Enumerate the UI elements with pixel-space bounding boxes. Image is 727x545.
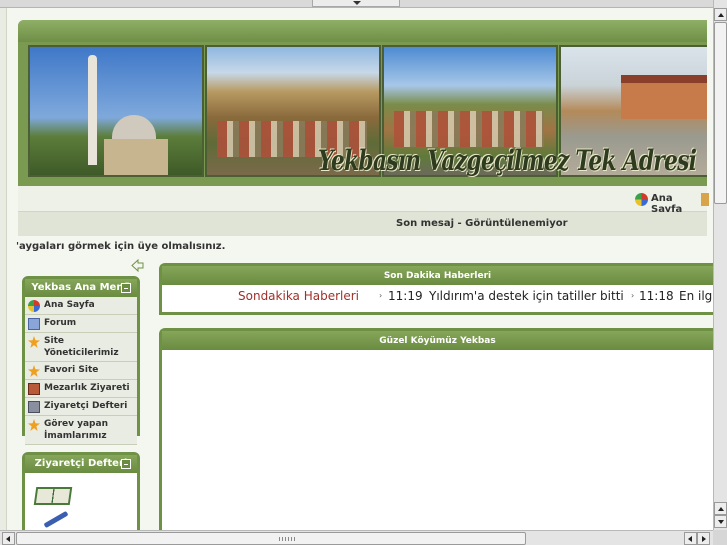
collapse-left-icon[interactable] — [131, 259, 144, 272]
grave-icon — [28, 383, 40, 395]
minimize-icon[interactable] — [121, 283, 131, 293]
menu-item-label: Favori Site — [44, 365, 99, 375]
open-book-icon[interactable] — [33, 487, 73, 505]
arrow-left-icon — [688, 536, 692, 542]
menu-item-mezarlik[interactable]: Mezarlık Ziyareti — [25, 380, 137, 398]
menu-item-label: Mezarlık Ziyareti — [44, 383, 130, 393]
last-message-text: Son mesaj - Görüntülenemiyor — [396, 218, 568, 229]
menu-item-forum[interactable]: Forum — [25, 315, 137, 333]
banner-slogan: Yekbasın Vazgeçilmez Tek Adresi — [318, 144, 697, 177]
news-headline[interactable]: En ilgi — [679, 289, 713, 303]
globe-icon — [28, 300, 40, 312]
arrow-up-icon — [718, 13, 724, 17]
arrow-right-icon — [702, 536, 706, 542]
news-time: 11:18 — [639, 289, 674, 303]
menu-item-ziyaretci-defteri[interactable]: Ziyaretçi Defteri — [25, 398, 137, 416]
main-panel-title: Güzel Köyümüz Yekbas — [162, 331, 713, 350]
main-menu-title-text: Yekbas Ana Menü — [31, 282, 131, 293]
menu-item-favori-site[interactable]: Favori Site — [25, 362, 137, 380]
site-header: Yekbasın Vazgeçilmez Tek Adresi — [18, 20, 707, 186]
top-strip — [0, 0, 713, 8]
arrow-down-icon — [718, 520, 724, 524]
breaking-news-panel: Son Dakika Haberleri Sondakika Haberleri… — [159, 263, 713, 315]
nav-row: Ana Sayfa — [18, 186, 709, 215]
star-icon — [28, 336, 40, 348]
main-menu-title: Yekbas Ana Menü — [25, 279, 137, 297]
globe-icon — [635, 193, 648, 206]
minimize-icon[interactable] — [121, 459, 131, 469]
horizontal-scroll-thumb[interactable] — [16, 532, 526, 545]
menu-item-label: Forum — [44, 318, 77, 328]
menu-item-ana-sayfa[interactable]: Ana Sayfa — [25, 297, 137, 315]
bullet-arrow-icon: › — [379, 291, 383, 300]
menu-item-site-yoneticileri[interactable]: Site Yöneticilerimiz — [25, 333, 137, 362]
school-building — [621, 75, 707, 119]
star-icon — [28, 419, 40, 431]
menu-item-label: Ana Sayfa — [44, 300, 95, 310]
vertical-scrollbar[interactable] — [713, 0, 727, 530]
browser-viewport: Yekbasın Vazgeçilmez Tek Adresi Ana Sayf… — [0, 0, 713, 530]
main-menu-box: Yekbas Ana Menü Ana Sayfa Forum Site Yön… — [22, 276, 140, 445]
arrow-left-icon — [6, 536, 10, 542]
member-notice: 'aygaları görmek için üye olmalısınız. — [16, 241, 226, 252]
header-band — [18, 20, 707, 42]
scroll-right-button[interactable] — [697, 532, 710, 545]
guestbook-body — [25, 473, 137, 530]
guestbook-title: Ziyaretçi Defteri — [25, 455, 137, 473]
scroll-left-button[interactable] — [2, 532, 15, 545]
star-icon — [28, 365, 40, 377]
minaret-shape — [88, 55, 97, 165]
pen-icon[interactable] — [43, 510, 69, 529]
menu-item-imamlar[interactable]: Görev yapan İmamlarımız — [25, 416, 137, 445]
menu-item-label: Ziyaretçi Defteri — [44, 401, 128, 411]
vertical-scroll-thumb[interactable] — [714, 22, 727, 204]
valley-houses — [394, 111, 544, 147]
menu-item-label: Site Yöneticilerimiz — [44, 336, 119, 358]
news-time: 11:19 — [388, 289, 423, 303]
guestbook-box: Ziyaretçi Defteri — [22, 452, 140, 530]
scroll-down-button[interactable] — [714, 515, 727, 528]
news-ticker-label[interactable]: Sondakika Haberleri — [238, 289, 359, 303]
news-headline[interactable]: Yıldırım'a destek için tatiller bitti — [429, 289, 624, 303]
scrollbar-corner — [713, 530, 727, 545]
toolbar-toggle-handle[interactable] — [312, 0, 400, 7]
guestbook-title-text: Ziyaretçi Defteri — [34, 458, 128, 469]
main-content-panel: Güzel Köyümüz Yekbas — [159, 328, 713, 530]
horizontal-scrollbar[interactable] — [0, 530, 713, 545]
arrow-up-icon — [718, 507, 724, 511]
forum-icon — [28, 318, 40, 330]
main-menu-list: Ana Sayfa Forum Site Yöneticilerimiz Fav… — [25, 297, 137, 445]
nav-extra-icon[interactable] — [701, 193, 709, 206]
menu-item-label: Görev yapan İmamlarımız — [44, 419, 108, 441]
mosque-body-shape — [104, 139, 168, 175]
news-title: Son Dakika Haberleri — [162, 266, 713, 285]
news-ticker: Sondakika Haberleri › 11:19 Yıldırım'a d… — [162, 285, 713, 307]
bullet-arrow-icon: › — [631, 291, 635, 300]
scroll-up-button-lower[interactable] — [714, 502, 727, 515]
grip-icon — [279, 537, 295, 541]
book-icon — [28, 401, 40, 413]
scroll-up-button[interactable] — [714, 8, 727, 21]
mosque-photo — [28, 45, 204, 177]
info-row: Son mesaj - Görüntülenemiyor — [18, 212, 707, 236]
scroll-left-button-right[interactable] — [684, 532, 697, 545]
